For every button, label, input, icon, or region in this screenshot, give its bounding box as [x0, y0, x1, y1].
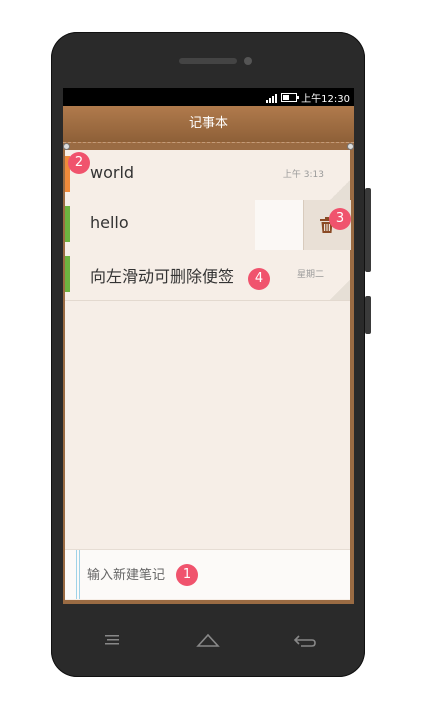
note-row[interactable]: 向左滑动可删除便签 星期二: [65, 250, 350, 301]
status-bar: 上午12:30: [63, 88, 354, 106]
home-icon[interactable]: [195, 630, 221, 650]
annotation-badge-4: 4: [248, 268, 270, 290]
nav-bar: [51, 620, 365, 660]
screen: 上午12:30 记事本 world 上午 3:13 hello 向左滑动可删除便…: [63, 88, 354, 604]
menu-icon[interactable]: [99, 630, 125, 650]
new-note-input[interactable]: [85, 564, 219, 586]
annotation-badge-2: 2: [68, 152, 90, 174]
note-date: 上午 3:13: [282, 170, 324, 180]
note-title: 向左滑动可删除便签: [90, 267, 235, 286]
note-row[interactable]: hello: [65, 200, 351, 251]
back-icon[interactable]: [291, 630, 317, 650]
app-title: 记事本: [188, 116, 228, 131]
power-button[interactable]: [365, 296, 371, 334]
annotation-badge-1: 1: [176, 564, 198, 586]
note-color-tag: [65, 206, 70, 242]
battery-icon: [281, 93, 300, 102]
swipe-reveal-area: [255, 200, 303, 250]
signal-icon: [266, 93, 278, 103]
note-row[interactable]: world 上午 3:13: [65, 150, 350, 201]
annotation-badge-3: 3: [329, 208, 351, 230]
page-fold: [330, 180, 350, 200]
note-date: 星期二: [296, 270, 324, 280]
note-title: hello: [90, 213, 129, 232]
note-title: world: [90, 163, 135, 182]
margin-lines: [76, 550, 80, 599]
new-note-bar: [65, 549, 350, 599]
binder-hole: [63, 143, 70, 150]
status-time: 上午12:30: [301, 94, 350, 105]
volume-button[interactable]: [365, 188, 371, 272]
front-camera: [244, 57, 252, 65]
speaker: [179, 58, 237, 64]
note-color-tag: [65, 256, 70, 292]
notes-list: world 上午 3:13 hello 向左滑动可删除便签 星期二: [65, 150, 351, 600]
app-header: 记事本: [63, 106, 354, 143]
page-fold: [330, 280, 350, 300]
binder-hole: [347, 143, 354, 150]
